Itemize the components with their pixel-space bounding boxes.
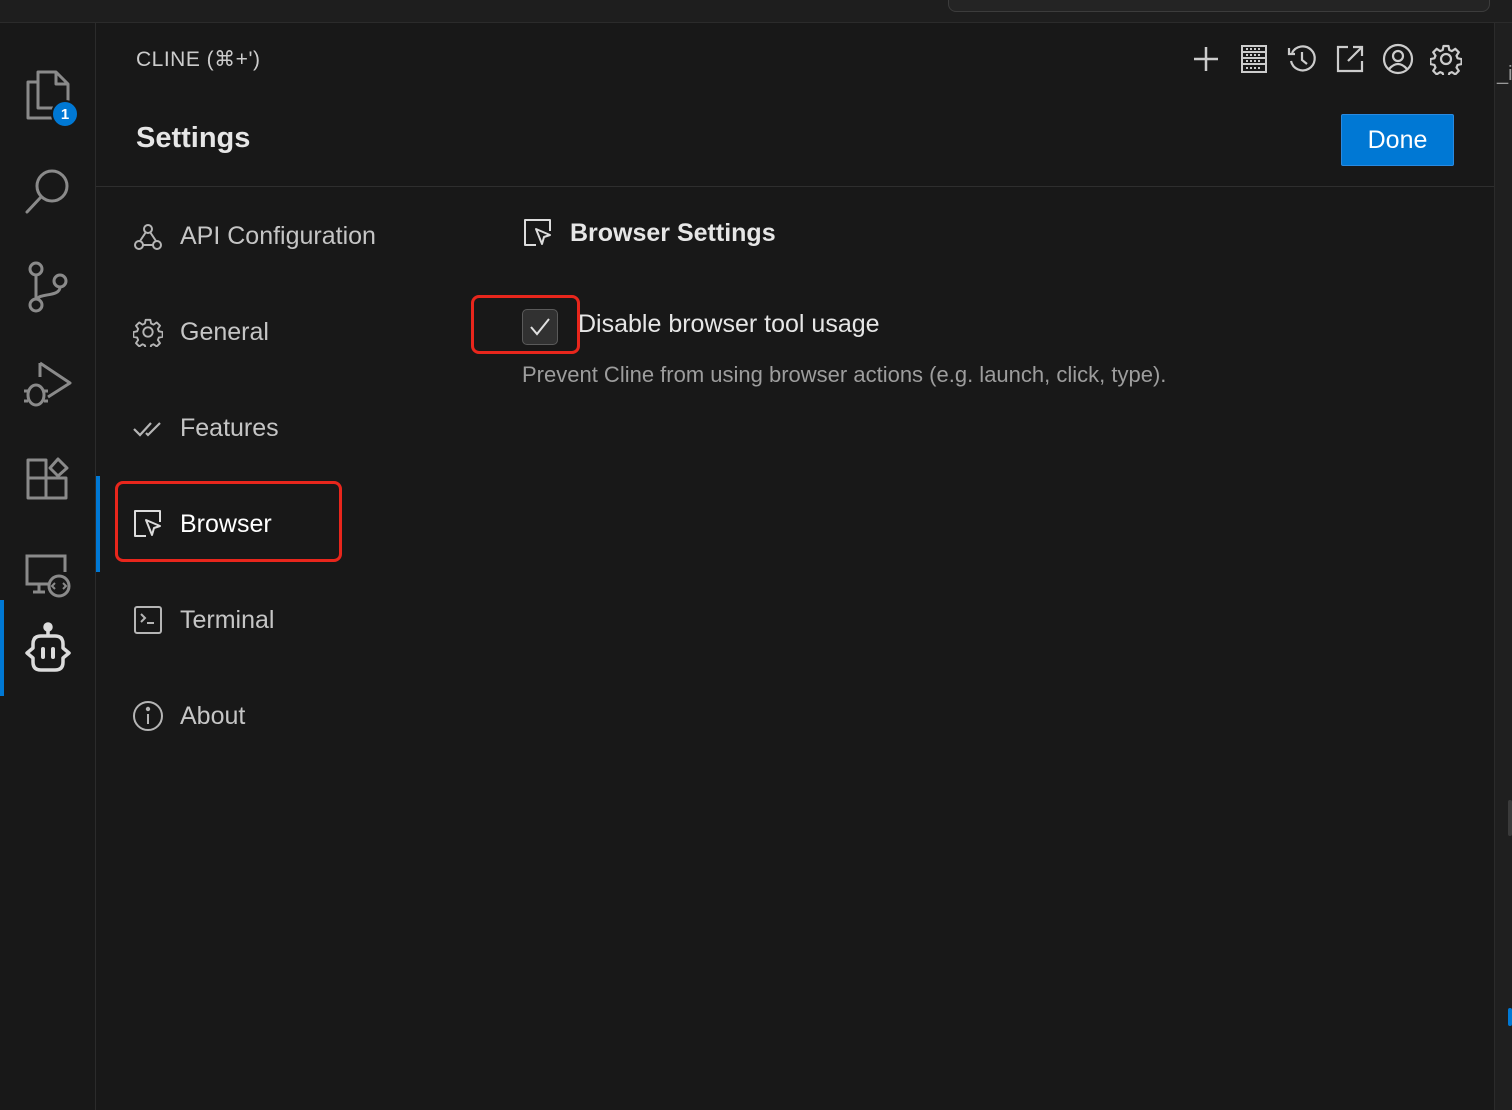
edge-indicator (1508, 1008, 1512, 1026)
checkbox-description: Prevent Cline from using browser actions… (522, 362, 1167, 387)
checkmark-icon (527, 314, 553, 340)
plus-icon (1192, 45, 1220, 73)
history-button[interactable] (1286, 40, 1318, 78)
top-strip (0, 0, 1512, 23)
remote-explorer-icon (23, 552, 73, 598)
activity-extensions[interactable] (0, 431, 95, 527)
header-divider (96, 186, 1494, 187)
activity-explorer[interactable]: 1 (0, 47, 95, 143)
nav-label: About (180, 701, 246, 730)
scrollbar-thumb[interactable] (1508, 800, 1512, 836)
webhook-icon (132, 220, 164, 252)
nav-active-indicator (96, 476, 100, 572)
info-icon (132, 700, 164, 732)
activity-run-debug[interactable] (0, 335, 95, 431)
gear-icon (132, 316, 164, 348)
activity-search[interactable] (0, 143, 95, 239)
nav-label: API Configuration (180, 221, 376, 250)
nav-label: Features (180, 413, 279, 442)
right-edge-panel: _i (1494, 23, 1512, 1110)
activity-source-control[interactable] (0, 239, 95, 335)
nav-label: Terminal (180, 605, 275, 634)
source-control-icon (26, 261, 70, 313)
new-task-button[interactable] (1190, 40, 1222, 78)
panel-toolbar (1190, 40, 1462, 78)
section-header: Browser Settings (522, 217, 776, 249)
search-icon (23, 166, 73, 216)
browser-cursor-icon (522, 217, 554, 249)
section-title: Browser Settings (570, 218, 776, 247)
browser-nav-highlight (115, 481, 342, 562)
terminal-icon (132, 604, 164, 636)
nav-terminal[interactable]: Terminal (132, 596, 274, 644)
nav-label: General (180, 317, 269, 346)
settings-title: Settings (136, 122, 251, 154)
extensions-icon (25, 456, 71, 502)
activity-bar: 1 (0, 23, 96, 1110)
right-edge-fragment: _i (1497, 63, 1512, 85)
done-button[interactable]: Done (1341, 114, 1454, 166)
settings-button[interactable] (1430, 40, 1462, 78)
nav-api-configuration[interactable]: API Configuration (132, 212, 376, 260)
checkbox-label[interactable]: Disable browser tool usage (578, 310, 880, 339)
cline-robot-icon (23, 622, 73, 674)
account-button[interactable] (1382, 40, 1414, 78)
command-center[interactable] (948, 0, 1490, 12)
history-icon (1287, 44, 1317, 74)
check-all-icon (132, 412, 164, 444)
disable-browser-checkbox[interactable] (522, 309, 558, 345)
nav-about[interactable]: About (132, 692, 245, 740)
activity-cline[interactable] (0, 600, 95, 696)
panel-title: CLINE (⌘+') (136, 48, 261, 71)
explorer-badge: 1 (51, 100, 79, 128)
server-icon (1241, 44, 1267, 74)
popout-button[interactable] (1334, 40, 1366, 78)
mcp-servers-button[interactable] (1238, 40, 1270, 78)
popout-icon (1335, 44, 1365, 74)
account-icon (1382, 43, 1414, 75)
run-debug-icon (22, 357, 74, 409)
nav-features[interactable]: Features (132, 404, 279, 452)
nav-general[interactable]: General (132, 308, 269, 356)
settings-gear-icon (1430, 43, 1462, 75)
